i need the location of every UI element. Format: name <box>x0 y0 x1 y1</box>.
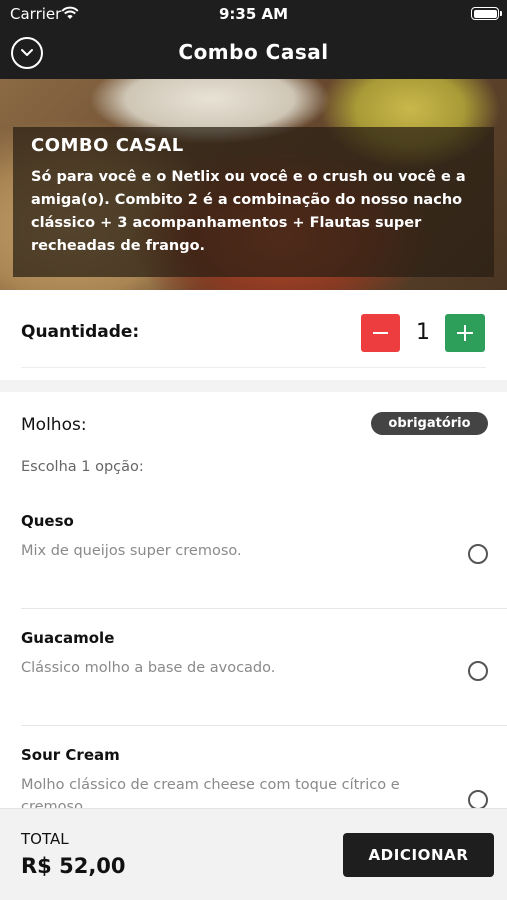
page-title: Combo Casal <box>178 40 329 64</box>
quantity-value: 1 <box>416 320 430 345</box>
product-title: COMBO CASAL <box>31 135 184 156</box>
option-name: Queso <box>21 512 74 530</box>
status-time: 9:35 AM <box>218 5 289 23</box>
radio-button[interactable] <box>468 790 488 810</box>
radio-button[interactable] <box>468 544 488 564</box>
option-name: Sour Cream <box>21 746 120 764</box>
option-name: Guacamole <box>21 629 115 647</box>
order-footer: TOTAL R$ 52,00 ADICIONAR <box>0 808 507 900</box>
product-description: Só para você e o Netlix ou você e o crus… <box>31 169 466 254</box>
section-gap <box>0 380 507 392</box>
battery-icon <box>471 7 502 20</box>
product-hero-image: COMBO CASAL Só para você e o Netlix ou v… <box>0 79 507 290</box>
increase-quantity-button[interactable] <box>445 314 485 352</box>
quantity-section: Quantidade: 1 <box>0 290 507 380</box>
status-bar: Carrier 9:35 AM <box>0 0 507 28</box>
sauces-title: Molhos: <box>21 415 87 435</box>
sauce-option-guacamole[interactable]: Guacamole Clássico molho a base de avoca… <box>0 609 507 726</box>
product-info-card: COMBO CASAL Só para você e o Netlix ou v… <box>13 127 494 277</box>
sauces-header: Molhos: obrigatório Escolha 1 opção: <box>0 392 507 492</box>
decrease-quantity-button[interactable] <box>361 314 400 352</box>
sauces-instruction: Escolha 1 opção: <box>21 459 144 475</box>
radio-button[interactable] <box>468 661 488 681</box>
sauce-option-queso[interactable]: Queso Mix de queijos super cremoso. <box>0 492 507 609</box>
total-label: TOTAL <box>21 830 69 848</box>
quantity-label: Quantidade: <box>21 322 140 342</box>
top-bar: Carrier 9:35 AM Combo Casal <box>0 0 507 79</box>
divider <box>21 367 486 368</box>
total-value: R$ 52,00 <box>21 854 126 878</box>
required-badge: obrigatório <box>371 412 488 435</box>
option-description: Mix de queijos super cremoso. <box>21 543 242 559</box>
add-to-cart-button[interactable]: ADICIONAR <box>343 833 494 877</box>
option-description: Clássico molho a base de avocado. <box>21 660 276 676</box>
